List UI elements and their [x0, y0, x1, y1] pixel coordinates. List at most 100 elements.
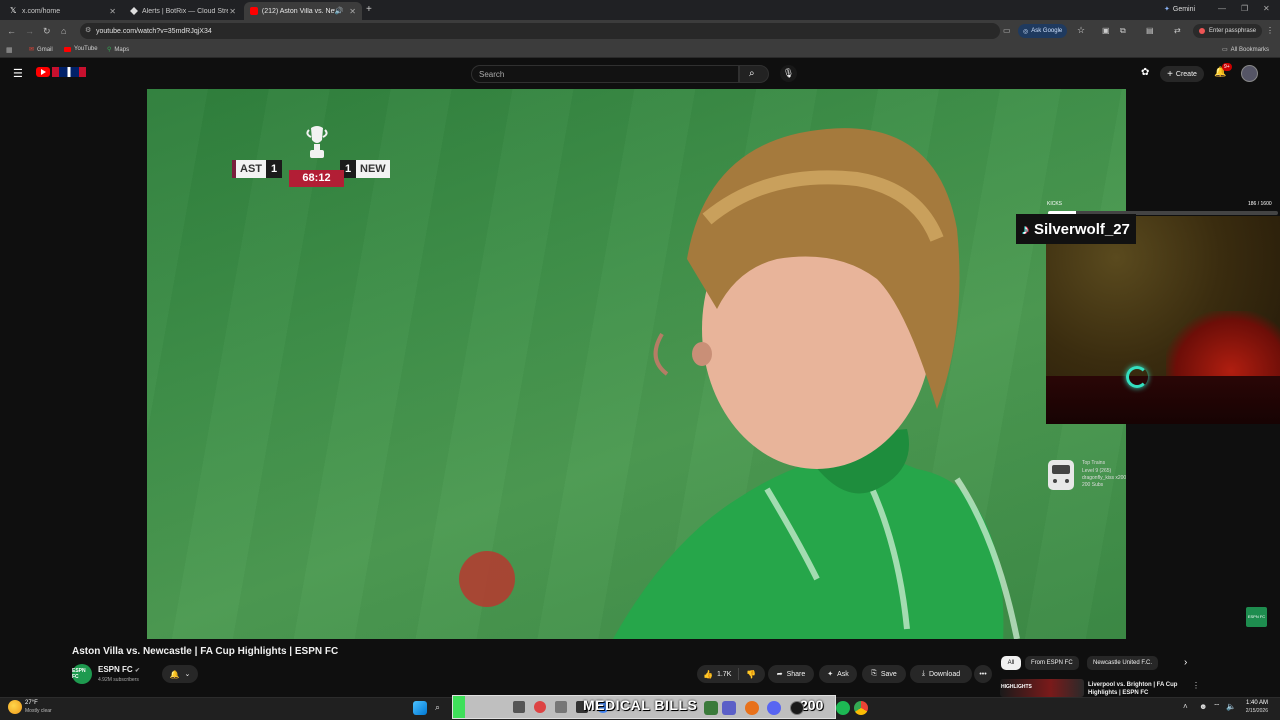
- chip-newcastle[interactable]: Newcastle United F.C.: [1087, 656, 1159, 670]
- chevron-right-icon[interactable]: ›: [1184, 657, 1187, 668]
- download-icon: ⤓: [921, 670, 925, 677]
- forward-icon[interactable]: →: [25, 26, 34, 36]
- home-goals: 1: [266, 160, 282, 178]
- bookmark-youtube[interactable]: YouTube: [64, 46, 98, 52]
- app-icon[interactable]: [513, 701, 525, 713]
- hamburger-menu-icon[interactable]: ☰: [13, 67, 23, 80]
- bookmark-label: Gmail: [37, 46, 53, 53]
- xbox-icon[interactable]: [704, 701, 718, 715]
- bookmark-icon: ⎘: [871, 670, 877, 677]
- bookmark-star-icon[interactable]: ☆: [1077, 25, 1085, 36]
- app-icon[interactable]: [534, 701, 546, 713]
- cast-icon[interactable]: ▭: [1003, 26, 1011, 35]
- bookmark-maps[interactable]: ⚲ Maps: [107, 46, 129, 54]
- headset-light: [1126, 366, 1148, 388]
- avatar[interactable]: [1241, 65, 1258, 82]
- home-team: AST: [236, 160, 266, 178]
- chrome-taskbar-icon[interactable]: [854, 701, 868, 715]
- create-button[interactable]: + Create: [1160, 66, 1204, 82]
- youtube-icon: [64, 46, 71, 52]
- ask-button[interactable]: ✦ Ask: [819, 665, 857, 683]
- channel-avatar[interactable]: ESPN FC: [72, 664, 92, 684]
- taskbar-search-icon[interactable]: ⌕: [435, 702, 440, 713]
- train-level: Level 9 (265): [1082, 468, 1112, 474]
- next-video-thumbnail[interactable]: HIGHLIGHTS: [1000, 679, 1084, 697]
- save-button[interactable]: ⎘ Save: [862, 665, 906, 683]
- ask-google-button[interactable]: ◎ Ask Google: [1018, 24, 1068, 38]
- clock-date[interactable]: 2/15/2026: [1234, 708, 1268, 714]
- all-bookmarks-button[interactable]: ▭ All Bookmarks: [1222, 46, 1269, 54]
- banner-text: MEDICAL BILLS: [583, 697, 698, 713]
- close-icon[interactable]: ✕: [229, 7, 236, 16]
- cast-extension-icon[interactable]: ✿: [1141, 67, 1149, 78]
- search-button[interactable]: ⌕: [739, 65, 769, 83]
- streamer-name-tag: ♪ Silverwolf_27: [1016, 214, 1136, 244]
- address-bar[interactable]: ⚙ youtube.com/watch?v=35mdRJqjX34: [80, 23, 1000, 39]
- player-figure: [612, 128, 1020, 639]
- new-tab-icon[interactable]: +: [366, 4, 372, 15]
- channel-name[interactable]: ESPN FC ✔: [98, 665, 140, 674]
- chip-from-espn[interactable]: From ESPN FC: [1025, 656, 1079, 670]
- windows-start-icon[interactable]: [413, 701, 427, 715]
- more-actions-button[interactable]: •••: [974, 665, 992, 683]
- weather-moon-icon[interactable]: [8, 700, 22, 714]
- profile-switch-icon[interactable]: ⇄: [1174, 26, 1181, 35]
- firefox-icon[interactable]: [745, 701, 759, 715]
- fa-cup-badge-icon: [459, 551, 515, 607]
- subscriber-count: 4.92M subscribers: [98, 677, 139, 683]
- discord-icon[interactable]: [767, 701, 781, 715]
- obs-icon[interactable]: [790, 701, 804, 715]
- home-icon[interactable]: ⌂: [61, 26, 66, 36]
- site-info-icon[interactable]: ⚙: [85, 26, 91, 34]
- bookmarks-bar: ▦ ✉ Gmail YouTube ⚲ Maps ▭ All Bookmarks: [0, 42, 1280, 58]
- fa-cup-trophy-icon: [306, 126, 328, 158]
- app-icon[interactable]: [555, 701, 567, 713]
- download-label: Download: [928, 670, 961, 678]
- thumbs-up-icon: 👍: [703, 669, 713, 679]
- extension-icon[interactable]: ▣: [1102, 26, 1110, 35]
- folder-icon: ▭: [1222, 47, 1228, 53]
- teams-icon[interactable]: [722, 701, 736, 715]
- bookmark-gmail[interactable]: ✉ Gmail: [29, 46, 53, 54]
- sparkle-icon: ✦: [827, 671, 834, 678]
- menu-kebab-icon[interactable]: ⋮: [1266, 26, 1274, 35]
- passphrase-button[interactable]: Enter passphrase: [1193, 24, 1263, 38]
- chip-all[interactable]: All: [1001, 656, 1021, 670]
- youtube-icon: [250, 7, 258, 15]
- gemini-label: Gemini: [1172, 5, 1196, 13]
- train-contributor: dragonfly_kiss x200: [1082, 475, 1127, 481]
- restore-icon[interactable]: ❐: [1241, 4, 1248, 13]
- tray-app-icon[interactable]: ☻: [1199, 702, 1207, 711]
- next-video-title[interactable]: Liverpool vs. Brighton | FA Cup Highligh…: [1088, 681, 1188, 697]
- tab-x[interactable]: 𝕏 x.com/home ✕: [4, 2, 122, 20]
- search-input[interactable]: Search: [471, 65, 739, 83]
- download-button[interactable]: ⤓ Download: [910, 665, 972, 683]
- gemini-button[interactable]: ✦ Gemini: [1164, 5, 1196, 14]
- clock-time[interactable]: 1:40 AM: [1238, 700, 1268, 706]
- share-button[interactable]: ➦ Share: [768, 665, 814, 683]
- apps-grid-icon[interactable]: ▦: [6, 46, 13, 54]
- spotify-icon[interactable]: [836, 701, 850, 715]
- puzzle-icon[interactable]: ⧉: [1120, 26, 1126, 36]
- dislike-button[interactable]: 👎: [746, 670, 756, 679]
- sidepanel-icon[interactable]: ▤: [1146, 26, 1154, 35]
- close-icon[interactable]: ✕: [109, 7, 116, 16]
- subscribed-bell-button[interactable]: 🔔 ⌄: [162, 665, 198, 683]
- reload-icon[interactable]: ↻: [43, 26, 51, 37]
- like-button[interactable]: 👍 1.7K: [703, 670, 731, 679]
- speaker-icon[interactable]: 🔊: [335, 7, 344, 15]
- wifi-icon[interactable]: ⌔: [1213, 702, 1221, 712]
- tab-botrix[interactable]: Alerts | BotRix — Cloud Streami... ✕: [124, 2, 242, 20]
- more-horizontal-icon: •••: [979, 670, 987, 678]
- close-window-icon[interactable]: ✕: [1263, 4, 1270, 13]
- streamer-webcam: [1046, 216, 1280, 424]
- back-icon[interactable]: ←: [7, 26, 16, 36]
- like-count: 1.7K: [716, 670, 732, 678]
- close-icon[interactable]: ✕: [349, 7, 356, 16]
- tab-youtube[interactable]: (212) Aston Villa vs. Newca... 🔊 ✕: [244, 2, 362, 20]
- voice-search-icon[interactable]: 🎙: [780, 65, 797, 82]
- next-video-menu-icon[interactable]: ⋮: [1192, 681, 1200, 690]
- youtube-logo[interactable]: [36, 67, 86, 77]
- minimize-icon[interactable]: —: [1218, 4, 1226, 13]
- tray-chevron-icon[interactable]: ˄: [1183, 702, 1188, 711]
